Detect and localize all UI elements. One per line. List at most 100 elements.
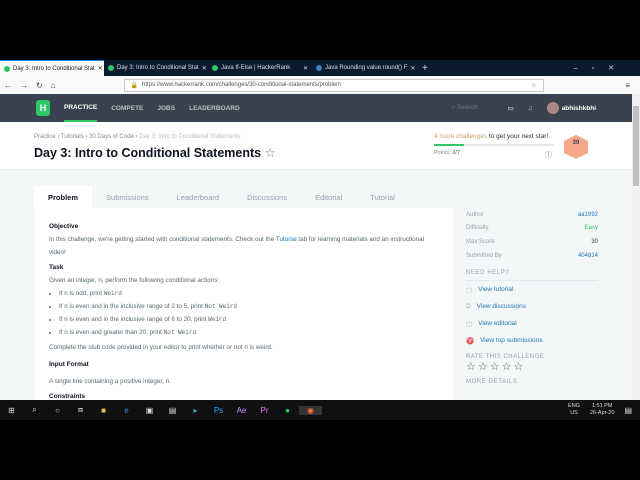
points-value: 3/7 — [452, 150, 461, 156]
avatar[interactable] — [546, 102, 559, 114]
close-icon[interactable]: ✕ — [98, 65, 103, 72]
objective-text-1: In this challenge, we're getting started… — [49, 236, 276, 243]
tab-title: Java If-Else | HackerRank — [221, 65, 291, 71]
search-input[interactable]: ⌕ Search — [452, 104, 478, 112]
region: US — [570, 410, 578, 416]
reload-icon[interactable]: ↻ — [36, 81, 43, 90]
objective-text: In this challenge, we're getting started… — [49, 233, 439, 259]
browser-tab[interactable]: Day 3: Intro to Conditional Stat ✕ — [104, 60, 208, 76]
messages-icon[interactable]: ▭ — [508, 104, 514, 112]
edge-icon[interactable]: e — [115, 406, 138, 415]
windows-start-icon[interactable]: ⊞ — [0, 406, 23, 415]
username[interactable]: abhishkbhi — [562, 105, 596, 112]
window-controls[interactable]: –▫✕ — [574, 64, 628, 72]
tab-editorial[interactable]: Editorial — [301, 186, 356, 208]
tab-submissions[interactable]: Submissions — [92, 186, 163, 208]
hackerrank-logo[interactable]: H — [36, 100, 50, 116]
tab-leaderboard[interactable]: Leaderboard — [163, 186, 234, 208]
notifications-icon[interactable]: ♫ — [528, 105, 533, 112]
tutorial-link[interactable]: Tutorial — [276, 236, 297, 243]
view-editorial-link[interactable]: ◫ View editorial — [466, 315, 598, 332]
back-icon[interactable]: ← — [4, 81, 12, 90]
meta-max-score: Max Score 30 — [466, 235, 598, 249]
breadcrumb-tutorials[interactable]: Tutorials — [61, 134, 84, 140]
task-view-icon[interactable]: ⧈ — [69, 405, 92, 415]
meta-label: Max Score — [466, 238, 495, 245]
close-icon[interactable]: ✕ — [202, 65, 207, 72]
info-icon[interactable]: ⓘ — [545, 150, 552, 160]
help-label: View editorial — [478, 320, 517, 328]
premiere-icon[interactable]: Pr — [253, 406, 276, 415]
list-item: If n is odd, print Weird — [59, 287, 439, 300]
view-top-submissions-link[interactable]: ♈ View top submissions — [466, 332, 598, 349]
home-icon[interactable]: ⌂ — [51, 81, 56, 90]
condition-code: Not Weird — [163, 329, 197, 336]
star-bookmark-icon[interactable]: ☆ — [265, 146, 276, 160]
url-text[interactable]: https://www.hackerrank.com/challenges/30… — [142, 82, 341, 88]
language-indicator[interactable]: ENG US — [568, 403, 580, 417]
search-placeholder: Search — [457, 104, 478, 111]
breadcrumb-practice[interactable]: Practice — [34, 134, 56, 140]
nav-leaderboard[interactable]: LEADERBOARD — [189, 94, 240, 122]
search-icon[interactable]: ⌕ — [23, 405, 46, 415]
store-icon[interactable]: ▣ — [138, 406, 161, 415]
rating-stars[interactable]: ☆☆☆☆☆ — [466, 360, 598, 373]
address-toolbar: ← → ↻ ⌂ 🔒 https://www.hackerrank.com/challen… — [0, 76, 640, 94]
view-tutorial-link[interactable]: ▢ View tutorial — [466, 281, 598, 298]
page-scrollbar[interactable] — [632, 94, 640, 400]
meta-label: Submitted By — [466, 252, 502, 259]
objective-heading: Objective — [49, 223, 79, 230]
tab-discussions[interactable]: Discussions — [233, 186, 301, 208]
app-icon[interactable]: ▸ — [184, 406, 207, 415]
condition-code: Weird — [103, 290, 122, 297]
menu-icon[interactable]: ≡ — [625, 81, 630, 90]
input-format-heading: Input Format — [49, 361, 89, 368]
close-icon[interactable]: ✕ — [410, 65, 415, 72]
windows-taskbar: ⊞ ⌕ ○ ⧈ ■ e ▣ ▤ ▸ Ps Ae Pr ● ◉ ENG US 1:51 PM 26-Apr-… — [0, 400, 640, 420]
breadcrumb-30-days[interactable]: 30 Days of Code — [89, 134, 134, 140]
close-icon[interactable]: ✕ — [303, 65, 308, 72]
breadcrumb-current: Day 3: Intro to Conditional Statements — [139, 134, 241, 140]
progress-bar — [434, 144, 554, 146]
condition-text: If n is even and in the inclusive range … — [59, 303, 205, 310]
clock[interactable]: 1:51 PM 26-Apr-20 — [590, 403, 614, 417]
input-format-text: A single line containing a positive inte… — [49, 378, 171, 385]
nav-practice[interactable]: PRACTICE — [64, 94, 98, 122]
nav-jobs[interactable]: JOBS — [157, 94, 175, 122]
hackerrank-favicon — [212, 65, 218, 71]
submitted-by-link[interactable]: 404814 — [578, 253, 598, 259]
site-favicon — [316, 65, 322, 71]
view-discussions-link[interactable]: ⧉ View discussions — [466, 298, 598, 315]
forward-icon[interactable]: → — [20, 81, 28, 90]
cortana-icon[interactable]: ○ — [46, 406, 69, 415]
tab-problem[interactable]: Problem — [34, 186, 93, 208]
list-item: If n is even and in the inclusive range … — [59, 313, 439, 326]
file-explorer-icon[interactable]: ■ — [92, 406, 115, 415]
nav-compete[interactable]: COMPETE — [111, 94, 143, 122]
scrollbar-thumb[interactable] — [633, 106, 639, 186]
browser-tab[interactable]: Java If-Else | HackerRank ✕ — [208, 60, 312, 76]
browser-tab[interactable]: Day 3: Intro to Conditional Stat ✕ — [0, 60, 104, 76]
challenges-link[interactable]: 4 more challenges — [434, 133, 487, 140]
breadcrumb: Practice › Tutorials › 30 Days of Code ›… — [34, 134, 241, 140]
author-link[interactable]: aa1992 — [578, 212, 598, 218]
next-star-text: 4 more challenges to get your next star! — [434, 133, 548, 140]
meta-difficulty: Difficulty Easy — [466, 222, 598, 236]
after-effects-icon[interactable]: Ae — [230, 406, 253, 415]
problem-statement: Objective In this challenge, we're getti… — [35, 208, 453, 408]
tab-tutorial[interactable]: Tutorial — [356, 186, 409, 208]
photoshop-icon[interactable]: Ps — [207, 406, 230, 415]
bookmark-star-icon[interactable]: ☆ — [531, 82, 536, 89]
url-bar[interactable]: 🔒 https://www.hackerrank.com/challenges/3… — [123, 78, 544, 92]
more-details-heading[interactable]: MORE DETAILS — [466, 379, 598, 385]
notifications-center-icon[interactable]: ▤ — [624, 406, 632, 415]
app-icon[interactable]: ▤ — [161, 406, 184, 415]
meta-value: Easy — [584, 225, 598, 232]
progress-fill — [434, 144, 465, 146]
new-tab-button[interactable]: + — [422, 63, 428, 74]
spotify-icon[interactable]: ● — [276, 406, 299, 415]
condition-text: If n is even and greater than 20, print — [59, 329, 164, 336]
firefox-icon[interactable]: ◉ — [299, 405, 322, 415]
browser-tab[interactable]: Java Rounding value round() F ✕ — [312, 60, 416, 76]
help-label: View discussions — [476, 303, 527, 311]
